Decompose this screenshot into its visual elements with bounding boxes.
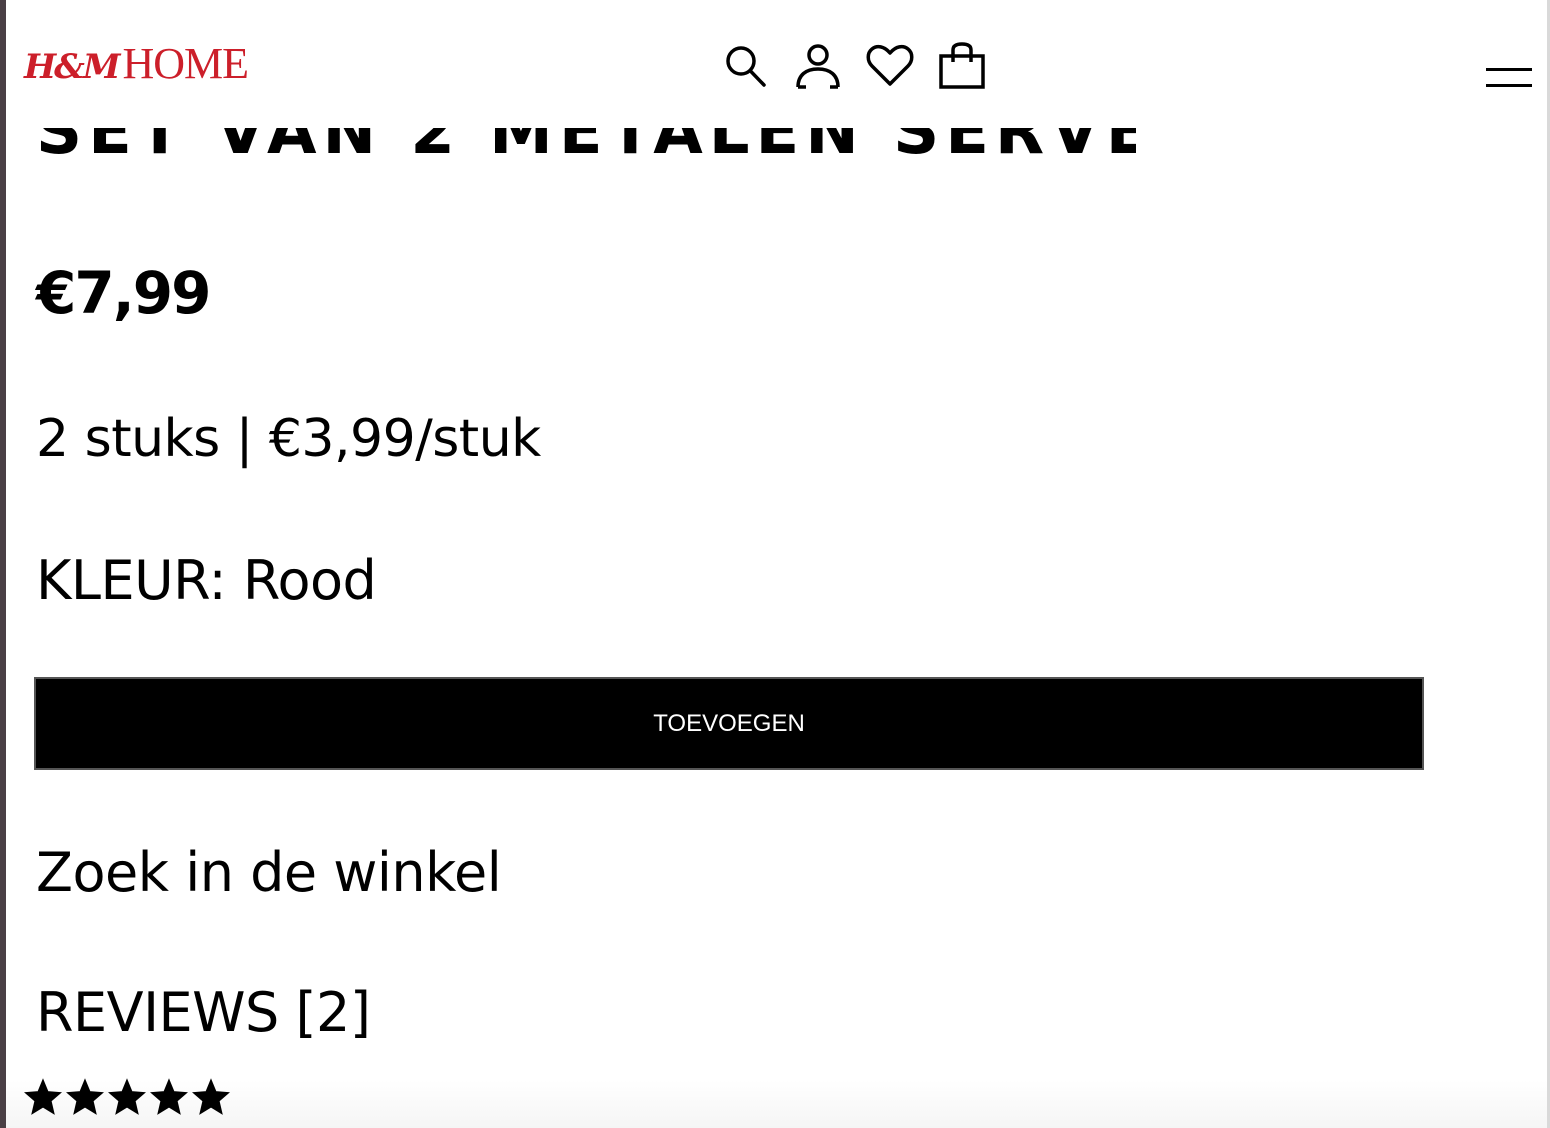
window-left-edge: [0, 0, 6, 1128]
unit-price: 2 stuks | €3,99/stuk: [36, 409, 541, 469]
header-icon-bar: [722, 40, 986, 92]
star-rating: [24, 1078, 230, 1116]
account-button[interactable]: [794, 40, 842, 92]
star-icon: [24, 1078, 62, 1115]
star-icon: [192, 1078, 230, 1115]
heart-icon: [866, 44, 914, 86]
star-icon: [150, 1078, 188, 1115]
logo-home-text: HOME: [122, 39, 249, 88]
add-to-cart-button[interactable]: TOEVOEGEN: [34, 677, 1424, 770]
cart-button[interactable]: [938, 40, 986, 92]
menu-icon: [1486, 68, 1532, 71]
star-icon: [108, 1078, 146, 1115]
favorites-button[interactable]: [866, 40, 914, 92]
search-button[interactable]: [722, 40, 770, 92]
account-icon: [796, 44, 840, 89]
hamburger-menu-button[interactable]: [1484, 58, 1534, 92]
bottom-fade: [6, 1080, 1547, 1128]
shopping-bag-icon: [939, 42, 985, 89]
hm-home-logo[interactable]: H&M HOME: [24, 38, 249, 94]
search-icon: [726, 46, 766, 87]
product-price: €7,99: [36, 259, 211, 327]
selected-color: KLEUR: Rood: [36, 549, 377, 612]
find-in-store-link[interactable]: Zoek in de winkel: [36, 838, 502, 908]
reviews-heading[interactable]: REVIEWS [2]: [36, 980, 371, 1046]
site-header: H&M HOME: [6, 0, 1547, 128]
star-icon: [66, 1078, 104, 1115]
menu-icon-bar: [1486, 84, 1532, 87]
logo-hm-text: H&M: [24, 47, 120, 87]
